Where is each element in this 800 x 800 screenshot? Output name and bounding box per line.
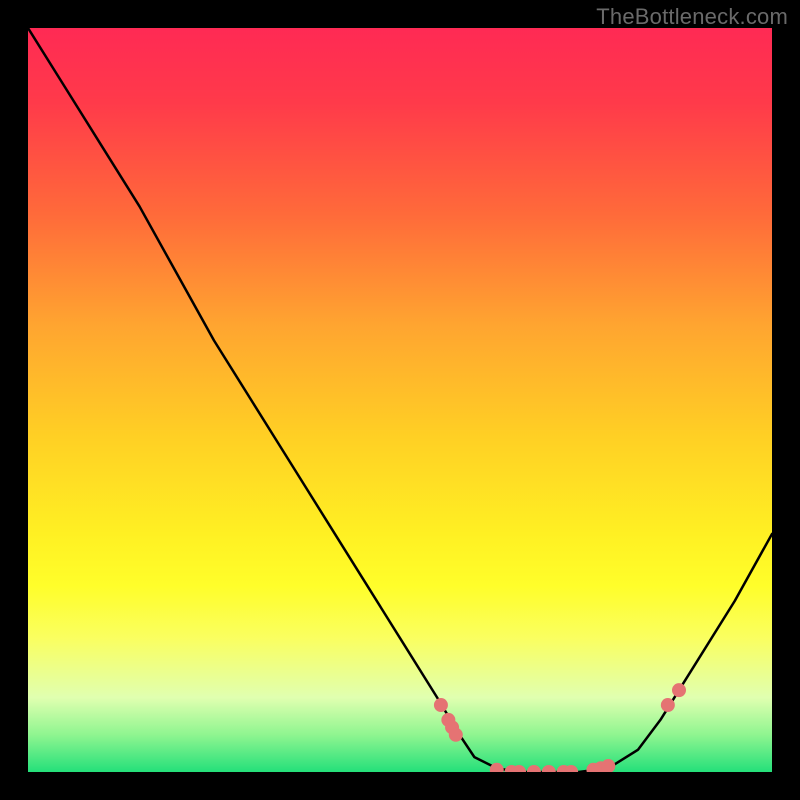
data-point [672,683,686,697]
watermark-text: TheBottleneck.com [596,4,788,30]
data-point [661,698,675,712]
data-point [449,728,463,742]
plot-area [28,28,772,772]
data-point [434,698,448,712]
data-point [601,759,615,772]
dots-svg [28,28,772,772]
data-point [542,765,556,772]
data-point [527,765,541,772]
chart-container: TheBottleneck.com [0,0,800,800]
data-point [490,763,504,772]
